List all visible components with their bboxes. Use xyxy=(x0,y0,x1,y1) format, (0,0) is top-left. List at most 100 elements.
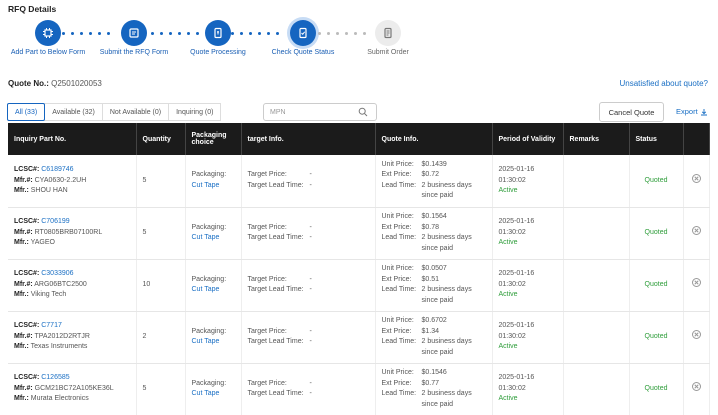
col-target-info: target Info. xyxy=(241,123,376,155)
document-icon xyxy=(205,20,231,46)
mfr-part-number: TPA2012D2RTJR xyxy=(34,332,90,340)
field-label: Unit Price: xyxy=(381,160,414,168)
lcsc-link[interactable]: C126585 xyxy=(41,374,69,381)
lead-time: 2 business days xyxy=(421,234,472,241)
field-label: LCSC#: xyxy=(14,374,40,382)
field-label: Lead Time: xyxy=(381,390,417,397)
quote-status-icon xyxy=(290,20,316,46)
field-label: Mfr.: xyxy=(14,239,29,247)
field-label: - xyxy=(309,275,312,283)
remarks-cell xyxy=(563,311,630,364)
packaging-cell: Packaging: Cut Tape xyxy=(185,363,242,415)
lead-time: 2 business days xyxy=(421,286,472,293)
status-badge: Quoted xyxy=(629,207,684,260)
packaging-cell: Packaging: Cut Tape xyxy=(185,311,242,364)
quote-number-label: Quote No.: xyxy=(8,79,49,88)
search-icon[interactable] xyxy=(358,107,368,117)
ext-price: $0.78 xyxy=(421,223,440,231)
export-link[interactable]: Export xyxy=(676,107,708,116)
field-label: Lead Time: xyxy=(381,286,417,293)
remarks-cell xyxy=(563,259,630,312)
step-check-status[interactable]: Check Quote Status xyxy=(268,20,338,56)
field-label: Mfr.: xyxy=(14,343,29,351)
field-label: Target Price: xyxy=(247,171,287,179)
quote-info-cell: Unit Price: $0.0507 Ext Price: $0.51 Lead … xyxy=(375,259,493,312)
field-label: Mfr.: xyxy=(14,395,29,403)
step-label: Submit the RFQ Form xyxy=(99,49,169,56)
field-label: Packaging: xyxy=(191,171,227,179)
field-label: Target Price: xyxy=(247,223,287,231)
field-label: Packaging: xyxy=(191,223,227,231)
field-label: Mfr.: xyxy=(14,187,29,194)
part-cell: LCSC#: C126585 Mfr.#: GCM21BC72A105KE36L… xyxy=(8,363,137,415)
quantity-cell: 5 xyxy=(136,155,186,208)
status-badge: Quoted xyxy=(629,259,684,312)
col-actions xyxy=(683,123,710,155)
field-label: 01:30:02 xyxy=(498,384,526,392)
validity-status: Active xyxy=(498,343,518,351)
ext-price: $0.72 xyxy=(421,171,440,179)
part-cell: LCSC#: C3033906 Mfr.#: ARG06BTC2500 Mfr.… xyxy=(8,259,137,312)
unsatisfied-link[interactable]: Unsatisfied about quote? xyxy=(619,79,708,88)
packaging-value[interactable]: Cut Tape xyxy=(192,389,235,400)
close-icon[interactable] xyxy=(691,382,701,392)
mpn-search-input[interactable]: MPN xyxy=(263,103,377,121)
manufacturer: Texas Instruments xyxy=(30,343,88,351)
field-label: Lead Time: xyxy=(381,338,417,345)
tab-available[interactable]: Available (32) xyxy=(44,103,103,121)
close-icon[interactable] xyxy=(691,226,701,236)
part-cell: LCSC#: C7717 Mfr.#: TPA2012D2RTJR Mfr.: … xyxy=(8,311,137,364)
field-label: Unit Price: xyxy=(381,265,414,272)
lcsc-link[interactable]: C706199 xyxy=(41,218,69,225)
lead-time: 2 business days xyxy=(421,390,472,397)
step-add-part[interactable]: Add Part to Below Form xyxy=(7,20,89,56)
ext-price: $1.34 xyxy=(421,327,440,335)
field-label: since paid xyxy=(421,296,454,304)
action-cell xyxy=(683,311,710,364)
quantity-cell: 10 xyxy=(136,259,186,312)
field-label: - xyxy=(309,379,312,387)
packaging-value[interactable]: Cut Tape xyxy=(192,337,235,348)
field-label: 2025-01-16 xyxy=(498,166,535,173)
field-label: Mfr.: xyxy=(14,291,29,299)
filter-tabs: All (33) Available (32) Not Available (0… xyxy=(7,103,222,121)
action-cell xyxy=(683,155,710,208)
part-cell: LCSC#: C706199 Mfr.#: RT0805BRB07100RL M… xyxy=(8,207,137,260)
unit-price: $0.1564 xyxy=(421,213,447,220)
field-label: Ext Price: xyxy=(381,275,412,283)
close-icon[interactable] xyxy=(691,330,701,340)
step-quote-processing[interactable]: Quote Processing xyxy=(186,20,250,56)
quote-table: Inquiry Part No. Quantity Packaging choi… xyxy=(8,123,710,415)
field-label: - xyxy=(309,390,312,397)
step-label: Add Part to Below Form xyxy=(10,49,86,56)
field-label: Target Price: xyxy=(247,327,287,335)
lcsc-link[interactable]: C7717 xyxy=(41,322,62,329)
lead-time: 2 business days xyxy=(421,338,472,345)
quote-info-cell: Unit Price: $0.1546 Ext Price: $0.77 Lead … xyxy=(375,363,493,415)
mfr-part-number: ARG06BTC2500 xyxy=(34,280,87,288)
close-icon[interactable] xyxy=(691,174,701,183)
field-label: Lead Time: xyxy=(381,234,417,241)
close-icon[interactable] xyxy=(691,278,701,288)
field-label: since paid xyxy=(421,348,454,356)
step-submit-order[interactable]: Submit Order xyxy=(361,20,415,56)
packaging-value[interactable]: Cut Tape xyxy=(192,181,235,192)
lcsc-link[interactable]: C3033906 xyxy=(41,270,73,277)
packaging-value[interactable]: Cut Tape xyxy=(192,285,235,296)
tab-all[interactable]: All (33) xyxy=(7,103,46,121)
field-label: - xyxy=(309,234,312,241)
action-cell xyxy=(683,259,710,312)
quote-info-cell: Unit Price: $0.6702 Ext Price: $1.34 Lead … xyxy=(375,311,493,364)
tab-inquiring[interactable]: Inquiring (0) xyxy=(168,103,222,121)
validity-status: Active xyxy=(498,239,518,247)
manufacturer: Viking Tech xyxy=(30,291,67,299)
lcsc-link[interactable]: C6189746 xyxy=(41,166,73,173)
validity-status: Active xyxy=(498,395,518,403)
cancel-quote-button[interactable]: Cancel Quote xyxy=(599,102,664,122)
step-submit-rfq[interactable]: Submit the RFQ Form xyxy=(96,20,172,56)
packaging-value[interactable]: Cut Tape xyxy=(192,233,235,244)
field-label: Target Price: xyxy=(247,379,287,387)
ext-price: $0.51 xyxy=(421,275,440,283)
packaging-cell: Packaging: Cut Tape xyxy=(185,207,242,260)
tab-not-available[interactable]: Not Available (0) xyxy=(101,103,170,121)
